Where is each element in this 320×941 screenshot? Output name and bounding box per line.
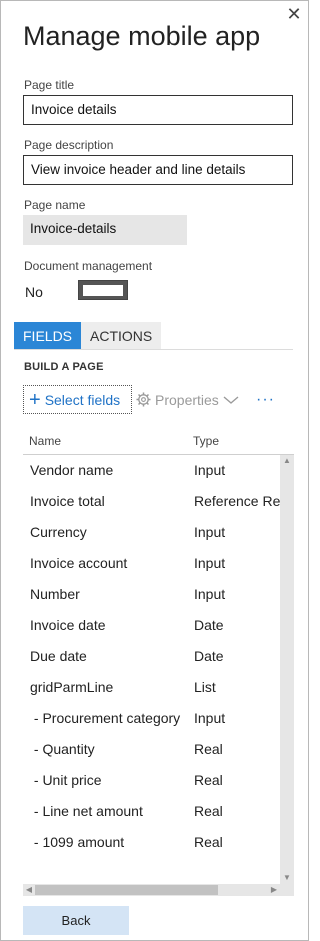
field-name-cell: - Quantity	[30, 741, 95, 757]
tab-actions[interactable]: ACTIONS	[81, 322, 162, 349]
page-name-field: Invoice-details	[23, 215, 187, 245]
column-header-name[interactable]: Name	[29, 434, 61, 448]
document-management-toggle[interactable]	[78, 280, 128, 300]
table-row[interactable]: Currency Input	[23, 517, 280, 548]
table-row[interactable]: Vendor name Input	[23, 455, 280, 486]
grid-header: Name Type	[23, 429, 294, 455]
field-type-cell: Real	[194, 741, 223, 757]
field-name-cell: - 1099 amount	[30, 834, 125, 850]
horizontal-scrollbar[interactable]: ◀ ▶	[23, 884, 280, 896]
page-description-field[interactable]: View invoice header and line details	[23, 155, 293, 185]
field-type-cell: List	[194, 679, 216, 695]
field-name-cell: Currency	[30, 524, 87, 540]
page-name-label: Page name	[24, 198, 86, 212]
tab-divider	[14, 349, 293, 350]
select-fields-label: Select fields	[44, 391, 121, 408]
field-type-cell: Date	[194, 648, 224, 664]
column-header-type[interactable]: Type	[193, 434, 219, 448]
close-icon[interactable]: ✕	[285, 5, 303, 23]
scroll-right-icon[interactable]: ▶	[268, 884, 280, 896]
toggle-knob	[83, 285, 123, 296]
table-row[interactable]: - Unit price Real	[23, 765, 280, 796]
field-type-cell: Input	[194, 524, 226, 540]
table-row[interactable]: - Quantity Real	[23, 734, 280, 765]
table-row[interactable]: Invoice total Reference Real	[23, 486, 280, 517]
properties-label: Properties	[155, 391, 219, 408]
field-name-cell: Vendor name	[30, 462, 114, 478]
plus-icon: +	[29, 388, 41, 411]
field-name-cell: Due date	[30, 648, 87, 664]
field-type-cell: Real	[194, 834, 223, 850]
table-row[interactable]: - Procurement category Input	[23, 703, 280, 734]
field-name-cell: gridParmLine	[30, 679, 114, 695]
manage-mobile-app-panel: ✕ Manage mobile app Page title Invoice d…	[0, 0, 309, 941]
chevron-down-icon	[223, 395, 239, 404]
page-title-label: Page title	[24, 78, 75, 92]
field-type-cell: Input	[194, 710, 226, 726]
document-management-label: Document management	[24, 259, 153, 273]
field-type-cell: Input	[194, 462, 226, 478]
field-type-cell: Real	[194, 803, 223, 819]
panel-title: Manage mobile app	[23, 21, 261, 51]
table-row[interactable]: gridParmLine List	[23, 672, 280, 703]
gear-icon	[136, 392, 151, 407]
field-type-cell: Input	[194, 586, 226, 602]
table-row[interactable]: Number Input	[23, 579, 280, 610]
scroll-up-icon[interactable]: ▲	[280, 455, 294, 467]
field-name-cell: - Line net amount	[30, 803, 143, 819]
table-row[interactable]: - Line net amount Real	[23, 796, 280, 827]
table-row[interactable]: Invoice date Date	[23, 610, 280, 641]
field-type-cell: Input	[194, 555, 226, 571]
more-options-button[interactable]: ···	[256, 385, 275, 414]
page-title-field[interactable]: Invoice details	[23, 95, 293, 125]
field-type-cell: Real	[194, 772, 223, 788]
scroll-left-icon[interactable]: ◀	[23, 884, 35, 896]
field-name-cell: Invoice total	[30, 493, 105, 509]
field-type-cell: Reference Real	[194, 493, 280, 509]
build-a-page-heading: BUILD A PAGE	[24, 361, 104, 373]
table-row[interactable]: Due date Date	[23, 641, 280, 672]
scroll-down-icon[interactable]: ▼	[280, 872, 294, 884]
field-name-cell: - Unit price	[30, 772, 102, 788]
field-type-cell: Date	[194, 617, 224, 633]
scrollbar-corner	[280, 884, 294, 896]
field-name-cell: Invoice date	[30, 617, 106, 633]
field-name-cell: Invoice account	[30, 555, 128, 571]
field-name-cell: Number	[30, 586, 80, 602]
select-fields-button[interactable]: + Select fields	[23, 385, 132, 414]
table-row[interactable]: - 1099 amount Real	[23, 827, 280, 858]
tab-bar: FIELDS ACTIONS	[14, 322, 162, 349]
vertical-scrollbar[interactable]: ▲ ▼	[280, 455, 294, 884]
fields-grid: Name Type Vendor name Input Invoice total R…	[23, 429, 294, 896]
document-management-value: No	[25, 284, 43, 300]
field-name-cell: - Procurement category	[30, 710, 181, 726]
page-description-label: Page description	[24, 138, 114, 152]
scrollbar-thumb[interactable]	[35, 885, 218, 895]
properties-button[interactable]: Properties	[136, 385, 243, 414]
table-row[interactable]: Invoice account Input	[23, 548, 280, 579]
back-button[interactable]: Back	[23, 906, 129, 935]
tab-fields[interactable]: FIELDS	[14, 322, 82, 349]
